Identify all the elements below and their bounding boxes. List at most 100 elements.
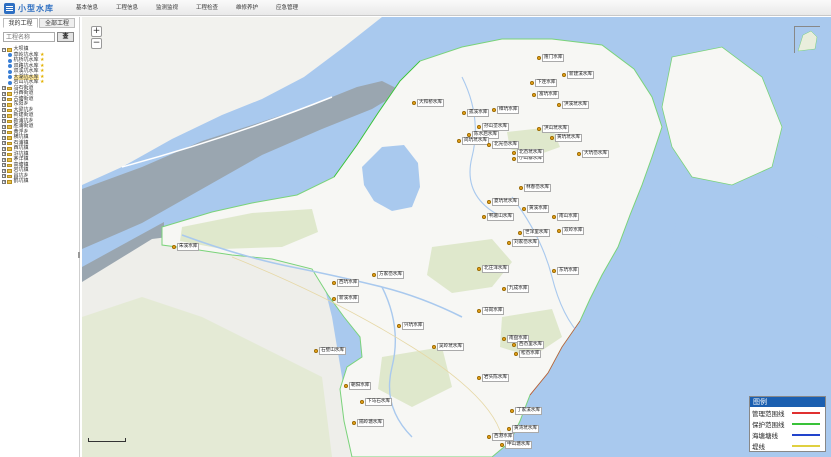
reservoir-pin-icon[interactable]: [482, 214, 486, 219]
reservoir-label[interactable]: 大坑岙水库: [582, 150, 609, 158]
reservoir-pin-icon[interactable]: [172, 244, 176, 249]
reservoir-marker[interactable]: 南山水库: [552, 213, 580, 221]
reservoir-label[interactable]: 朝阳水库: [349, 382, 372, 390]
reservoir-label[interactable]: 黄坑坑水库: [555, 134, 582, 142]
reservoir-marker[interactable]: 九成水库: [502, 285, 530, 293]
reservoir-pin-icon[interactable]: [552, 268, 556, 273]
reservoir-marker[interactable]: 岗坑坑水库: [457, 137, 489, 145]
reservoir-marker[interactable]: 朱溪水库: [172, 243, 200, 251]
expand-icon[interactable]: +: [2, 119, 6, 124]
reservoir-marker[interactable]: 北岙坑水库: [512, 149, 544, 157]
reservoir-label[interactable]: 丁家溪水库: [515, 407, 542, 415]
expand-icon[interactable]: +: [2, 97, 6, 102]
reservoir-marker[interactable]: 双岭水库: [557, 227, 585, 235]
reservoir-pin-icon[interactable]: [557, 228, 561, 233]
menu-item-project-info[interactable]: 工程信息: [116, 3, 138, 11]
reservoir-label[interactable]: 新建溪水库: [567, 71, 594, 79]
reservoir-marker[interactable]: 黄溪水库: [522, 205, 550, 213]
expand-icon[interactable]: +: [2, 113, 6, 118]
reservoir-pin-icon[interactable]: [332, 296, 336, 301]
expand-icon[interactable]: +: [2, 179, 6, 184]
tab-my-projects[interactable]: 我的工程: [3, 18, 38, 28]
reservoir-label[interactable]: 马岗水库: [482, 307, 505, 315]
reservoir-pin-icon[interactable]: [412, 100, 416, 105]
reservoir-label[interactable]: 方家岙水库: [377, 271, 404, 279]
expand-icon[interactable]: +: [2, 91, 6, 96]
reservoir-marker[interactable]: 岩头陈水库: [477, 374, 509, 382]
reservoir-marker[interactable]: 吴岭坑水库: [432, 343, 464, 351]
reservoir-pin-icon[interactable]: [314, 348, 318, 353]
reservoir-pin-icon[interactable]: [502, 336, 506, 341]
reservoir-pin-icon[interactable]: [530, 80, 534, 85]
reservoir-marker[interactable]: 孙山垄水库: [477, 123, 509, 131]
reservoir-pin-icon[interactable]: [519, 185, 523, 190]
reservoir-label[interactable]: 下连水库: [535, 79, 558, 87]
reservoir-marker[interactable]: 富坑水库: [532, 91, 560, 99]
reservoir-marker[interactable]: 刘家岙水库: [507, 239, 539, 247]
zoom-out-button[interactable]: −: [91, 38, 102, 49]
expand-icon[interactable]: +: [2, 141, 6, 146]
overview-map-toggle[interactable]: [794, 26, 821, 54]
reservoir-label[interactable]: 林春岙水库: [524, 184, 551, 192]
reservoir-pin-icon[interactable]: [332, 280, 336, 285]
reservoir-label[interactable]: 世洋里水库: [523, 229, 550, 237]
reservoir-pin-icon[interactable]: [477, 124, 481, 129]
reservoir-pin-icon[interactable]: [352, 420, 356, 425]
reservoir-label[interactable]: 东坑水库: [557, 267, 580, 275]
reservoir-pin-icon[interactable]: [557, 102, 561, 107]
menu-item-emergency[interactable]: 应急管理: [276, 3, 298, 11]
zoom-in-button[interactable]: +: [91, 26, 102, 37]
reservoir-pin-icon[interactable]: [507, 426, 511, 431]
sidebar-resize-handle[interactable]: [78, 252, 80, 258]
tree-folder[interactable]: + 鹤坑镇: [2, 178, 78, 185]
reservoir-label[interactable]: 南山水库: [557, 213, 580, 221]
reservoir-label[interactable]: 孤溪水库: [467, 109, 490, 117]
reservoir-pin-icon[interactable]: [492, 107, 496, 112]
expand-icon[interactable]: +: [2, 135, 6, 140]
reservoir-pin-icon[interactable]: [477, 266, 481, 271]
reservoir-marker[interactable]: 松岙水库: [514, 350, 542, 358]
tab-all-projects[interactable]: 全部工程: [39, 18, 75, 28]
expand-icon[interactable]: +: [2, 163, 6, 168]
reservoir-pin-icon[interactable]: [477, 308, 481, 313]
reservoir-label[interactable]: 吴岭坑水库: [437, 343, 464, 351]
expand-icon[interactable]: +: [2, 130, 6, 135]
reservoir-label[interactable]: 北光岙水库: [492, 141, 519, 149]
reservoir-marker[interactable]: 隔岭塘水库: [352, 419, 384, 427]
reservoir-marker[interactable]: 西港水库: [487, 433, 515, 441]
reservoir-label[interactable]: 黄溪水库: [527, 205, 550, 213]
menu-item-monitoring[interactable]: 监测监视: [156, 3, 178, 11]
reservoir-pin-icon[interactable]: [462, 110, 466, 115]
reservoir-label[interactable]: 大和桥水库: [417, 99, 444, 107]
reservoir-pin-icon[interactable]: [532, 92, 536, 97]
reservoir-marker[interactable]: 新溪水库: [332, 295, 360, 303]
expand-icon[interactable]: +: [2, 152, 6, 157]
reservoir-marker[interactable]: 下连水库: [530, 79, 558, 87]
reservoir-pin-icon[interactable]: [550, 135, 554, 140]
reservoir-marker[interactable]: 西坑水库: [332, 279, 360, 287]
reservoir-pin-icon[interactable]: [562, 72, 566, 77]
reservoir-label[interactable]: 西港水库: [492, 433, 515, 441]
search-button[interactable]: 查: [57, 32, 74, 42]
reservoir-label[interactable]: 夏坑坑水库: [492, 198, 519, 206]
reservoir-pin-icon[interactable]: [487, 142, 491, 147]
reservoir-marker[interactable]: 马岗水库: [477, 307, 505, 315]
reservoir-label[interactable]: 孙山垄水库: [482, 123, 509, 131]
menu-item-maintenance[interactable]: 维修养护: [236, 3, 258, 11]
reservoir-label[interactable]: 双岭水库: [562, 227, 585, 235]
reservoir-marker[interactable]: 世洋里水库: [518, 229, 550, 237]
map-view[interactable]: + − 隆门水库 新建溪水库 下连水库 富坑水库 大和桥水库 洪溪坑水库 孤溪水库 樟坑水库孙…: [82, 17, 831, 457]
expand-icon[interactable]: +: [2, 102, 6, 107]
reservoir-pin-icon[interactable]: [537, 55, 541, 60]
menu-item-inspection[interactable]: 工程检查: [196, 3, 218, 11]
reservoir-label[interactable]: 刘家岙水库: [512, 239, 539, 247]
reservoir-marker[interactable]: 洪山坑水库: [537, 125, 569, 133]
reservoir-pin-icon[interactable]: [487, 434, 491, 439]
reservoir-label[interactable]: 西岙里水库: [517, 341, 544, 349]
reservoir-label[interactable]: 新溪水库: [337, 295, 360, 303]
reservoir-label[interactable]: 北岙坑水库: [517, 149, 544, 157]
reservoir-pin-icon[interactable]: [500, 442, 504, 447]
reservoir-marker[interactable]: 东坑水库: [552, 267, 580, 275]
reservoir-marker[interactable]: 大和桥水库: [412, 99, 444, 107]
reservoir-pin-icon[interactable]: [522, 206, 526, 211]
